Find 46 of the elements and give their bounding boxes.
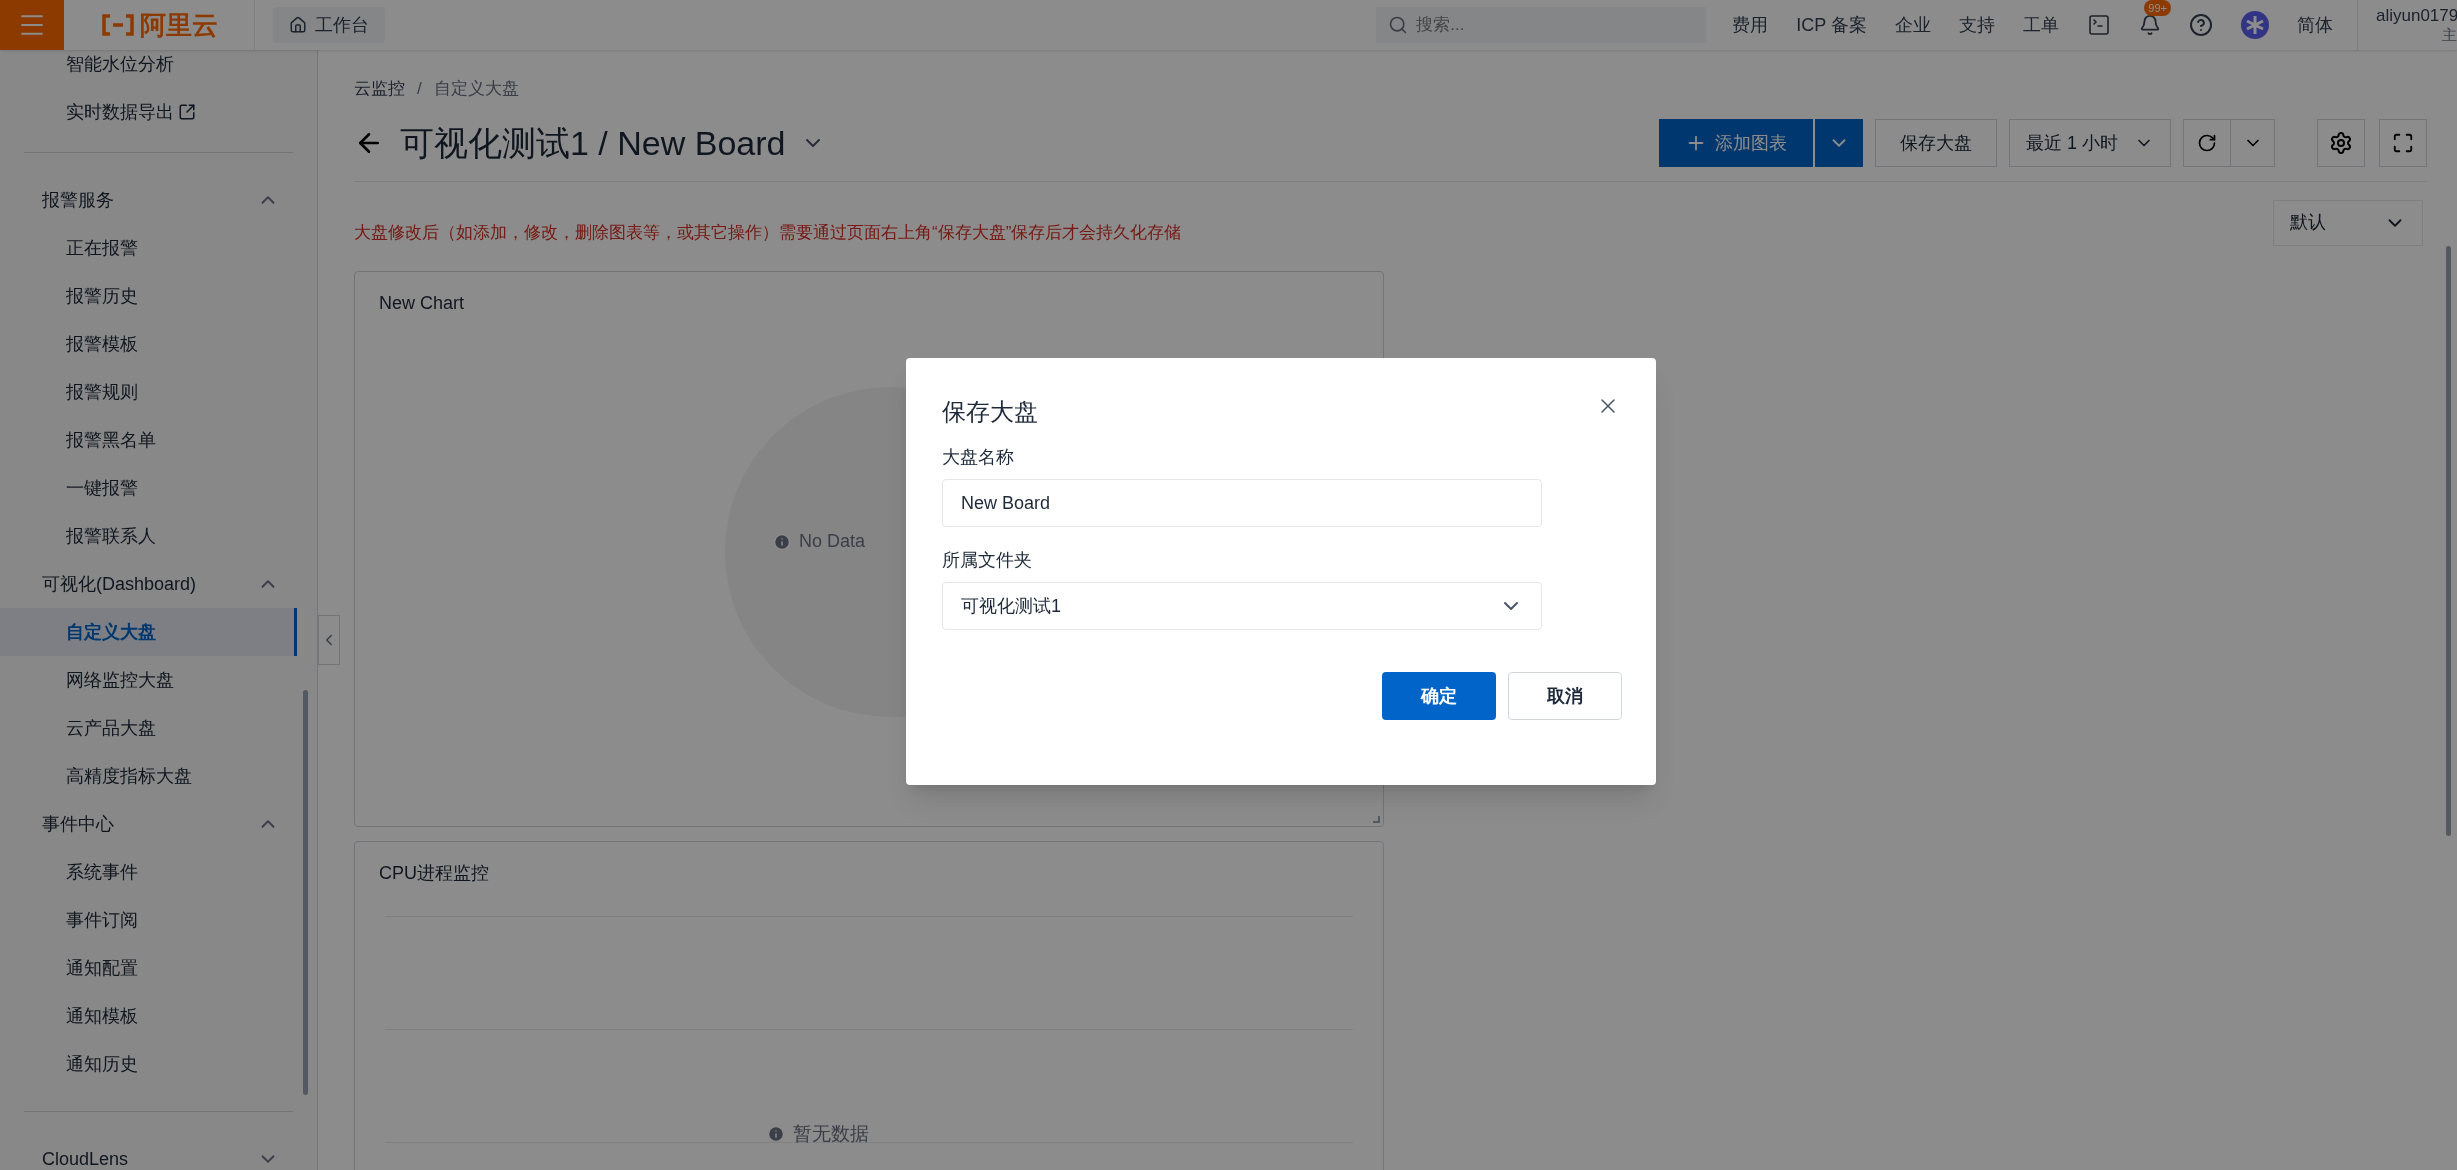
- sidebar-group[interactable]: 报警服务: [0, 176, 317, 224]
- time-range-select[interactable]: 最近 1 小时: [2009, 119, 2171, 167]
- chart-title: New Chart: [379, 292, 465, 315]
- top-nav-link[interactable]: 支持: [1959, 11, 1995, 39]
- dialog-title: 保存大盘: [942, 397, 1038, 427]
- top-nav-link[interactable]: 费用: [1732, 11, 1769, 39]
- sidebar-item[interactable]: 正在报警: [0, 224, 317, 272]
- chart-title: CPU进程监控: [379, 862, 489, 885]
- language-link[interactable]: 简体: [2297, 11, 2333, 39]
- folder-select[interactable]: 可视化测试1: [942, 582, 1542, 630]
- view-select[interactable]: 默认: [2273, 199, 2423, 246]
- sidebar-link[interactable]: 智能水位分析: [0, 50, 317, 88]
- breadcrumb-separator: /: [417, 78, 422, 100]
- page-title: 可视化测试1 / New Board: [400, 122, 786, 164]
- breadcrumb-link[interactable]: 云监控: [354, 76, 405, 102]
- home-tab[interactable]: 工作台: [273, 7, 385, 43]
- top-nav-link[interactable]: 企业: [1895, 11, 1931, 39]
- breadcrumb-current: 自定义大盘: [433, 78, 519, 100]
- logo-text: 阿里云: [140, 12, 218, 38]
- save-board-button[interactable]: 保存大盘: [1875, 119, 1997, 167]
- sidebar-item[interactable]: 报警黑名单: [0, 416, 317, 464]
- sidebar-item[interactable]: 报警模板: [0, 320, 317, 368]
- user-name[interactable]: aliyun0179: [2376, 5, 2457, 27]
- notification-badge: 99+: [2144, 0, 2171, 16]
- sidebar-item[interactable]: 自定义大盘: [0, 608, 297, 656]
- sidebar-link[interactable]: 实时数据导出: [0, 88, 317, 136]
- save-notice: 大盘修改后（如添加，修改，删除图表等，或其它操作）需要通过页面右上角“保存大盘”保存后才会持久化存储: [354, 221, 1183, 244]
- search-field[interactable]: 搜索...: [1376, 7, 1707, 43]
- sidebar-item[interactable]: 报警规则: [0, 368, 317, 416]
- sidebar-group[interactable]: CloudLens: [0, 1135, 317, 1170]
- sidebar-group[interactable]: 可视化(Dashboard): [0, 560, 317, 608]
- empty-state-text: No Data: [799, 530, 866, 553]
- cancel-button[interactable]: 取消: [1508, 672, 1622, 720]
- sidebar-item[interactable]: 报警历史: [0, 272, 317, 320]
- sidebar-item[interactable]: 一键报警: [0, 464, 317, 512]
- empty-state-text: 暂无数据: [793, 1122, 869, 1146]
- field-label: 所属文件夹: [942, 549, 1032, 572]
- sidebar-item[interactable]: 报警联系人: [0, 512, 317, 560]
- top-nav-link[interactable]: 工单: [2023, 11, 2059, 39]
- confirm-button[interactable]: 确定: [1382, 672, 1496, 720]
- sidebar-item[interactable]: 网络监控大盘: [0, 656, 317, 704]
- top-nav-link[interactable]: ICP 备案: [1796, 11, 1867, 39]
- board-name-field[interactable]: New Board: [942, 479, 1542, 527]
- add-chart-button[interactable]: 添加图表: [1659, 119, 1813, 167]
- user-role: 主: [2441, 26, 2457, 45]
- field-label: 大盘名称: [942, 446, 1014, 469]
